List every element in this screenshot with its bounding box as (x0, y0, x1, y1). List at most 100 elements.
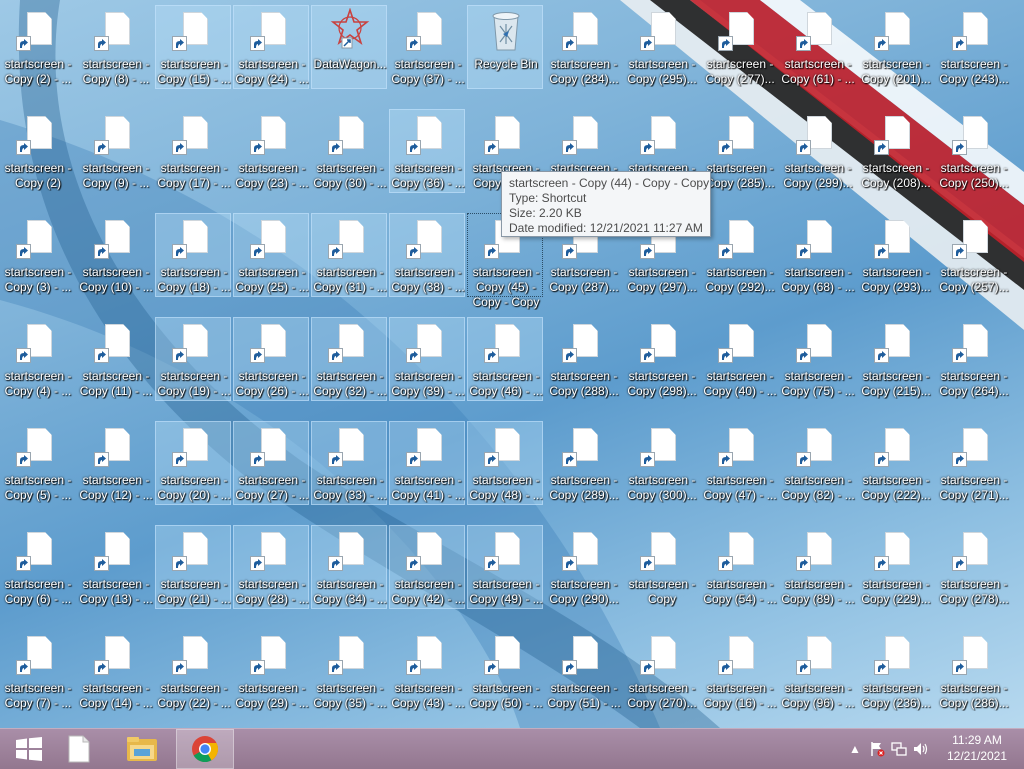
desktop-icon[interactable]: startscreen - Copy (299)... (779, 109, 855, 193)
desktop-icon[interactable]: startscreen - Copy (47) - ... (701, 421, 777, 505)
desktop-icon[interactable]: startscreen - Copy (13) - ... (77, 525, 153, 609)
desktop-icon[interactable]: startscreen - Copy (41) - ... (389, 421, 465, 505)
desktop-icon[interactable]: startscreen - Copy (23) - ... (233, 109, 309, 193)
desktop-icon[interactable]: startscreen - Copy (15) - ... (155, 5, 231, 89)
desktop-icon[interactable]: startscreen - Copy (14) - ... (77, 629, 153, 713)
desktop-icon[interactable]: startscreen - Copy (264)... (935, 317, 1011, 401)
desktop-icon[interactable]: startscreen - Copy (295)... (623, 5, 699, 89)
desktop-icon[interactable]: startscreen - Copy (16) - ... (701, 629, 777, 713)
desktop-icon[interactable]: startscreen - Copy (8) - ... (77, 5, 153, 89)
desktop-icon[interactable]: startscreen - Copy (17) - ... (155, 109, 231, 193)
desktop-icon[interactable]: startscreen - Copy (29) - ... (233, 629, 309, 713)
desktop-icon[interactable]: startscreen - Copy (39) - ... (389, 317, 465, 401)
desktop-icon[interactable]: startscreen - Copy (30) - ... (311, 109, 387, 193)
desktop-icon[interactable]: startscreen - Copy (277)... (701, 5, 777, 89)
desktop-icon[interactable]: startscreen - Copy (37) - ... (389, 5, 465, 89)
desktop-icon[interactable]: startscreen - Copy (25) - ... (233, 213, 309, 297)
shortcut-arrow-icon (94, 348, 109, 363)
desktop-icon[interactable]: startscreen - Copy (24) - ... (233, 5, 309, 89)
desktop-icon[interactable]: startscreen - Copy (68) - ... (779, 213, 855, 297)
shortcut-arrow-icon (328, 140, 343, 155)
chrome-button[interactable] (176, 729, 234, 769)
desktop-icon[interactable]: startscreen - Copy (285)... (701, 109, 777, 193)
desktop-icon-label: startscreen - Copy (42) - ... (391, 577, 465, 606)
desktop-icon[interactable]: startscreen - Copy (9) - ... (77, 109, 153, 193)
desktop-icon[interactable]: startscreen - Copy (284)... (545, 5, 621, 89)
desktop-icon[interactable]: startscreen - Copy (229)... (857, 525, 933, 609)
desktop-icon[interactable]: startscreen - Copy (236)... (857, 629, 933, 713)
clock[interactable]: 11:29 AM 12/21/2021 (942, 732, 1012, 764)
desktop-icon[interactable]: startscreen - Copy (5) - ... (0, 421, 75, 505)
desktop-icon[interactable]: startscreen - Copy (286)... (935, 629, 1011, 713)
desktop-icon[interactable]: startscreen - Copy (38) - ... (389, 213, 465, 297)
desktop-icon[interactable]: startscreen - Copy (49) - ... (467, 525, 543, 609)
desktop-icon[interactable]: startscreen - Copy (270)... (623, 629, 699, 713)
desktop-icon[interactable]: startscreen - Copy (19) - ... (155, 317, 231, 401)
desktop-icon[interactable]: startscreen - Copy (22) - ... (155, 629, 231, 713)
file-explorer-button[interactable] (113, 729, 171, 769)
desktop-icon[interactable]: startscreen - Copy (82) - ... (779, 421, 855, 505)
network-icon[interactable] (891, 741, 907, 757)
desktop-icon[interactable]: startscreen - Copy (31) - ... (311, 213, 387, 297)
desktop-icon[interactable]: startscreen - Copy (623, 525, 699, 609)
desktop-icon[interactable]: startscreen - Copy (11) - ... (77, 317, 153, 401)
desktop-icon[interactable]: startscreen - Copy (298)... (623, 317, 699, 401)
desktop-icon[interactable]: startscreen - Copy (42) - ... (389, 525, 465, 609)
desktop-icon[interactable]: startscreen - Copy (27) - ... (233, 421, 309, 505)
desktop-icon[interactable]: startscreen - Copy (222)... (857, 421, 933, 505)
desktop-icon[interactable]: startscreen - Copy (12) - ... (77, 421, 153, 505)
volume-icon[interactable] (913, 741, 929, 757)
desktop-icon[interactable]: startscreen - Copy (40) - ... (701, 317, 777, 401)
desktop-icon[interactable]: startscreen - Copy (215)... (857, 317, 933, 401)
desktop-icon[interactable]: startscreen - Copy (54) - ... (701, 525, 777, 609)
desktop-icon[interactable]: DataWagon... (311, 5, 387, 89)
desktop-icon[interactable]: startscreen - Copy (46) - ... (467, 317, 543, 401)
desktop-icon[interactable]: startscreen - Copy (18) - ... (155, 213, 231, 297)
desktop-icon[interactable]: startscreen - Copy (28) - ... (233, 525, 309, 609)
pinned-file-button[interactable] (50, 729, 108, 769)
desktop-icon[interactable]: startscreen - Copy (2) (0, 109, 75, 193)
desktop-icon[interactable]: startscreen - Copy (4) - ... (0, 317, 75, 401)
desktop-icon[interactable]: startscreen - Copy (50) - ... (467, 629, 543, 713)
desktop-icon[interactable]: startscreen - Copy (293)... (857, 213, 933, 297)
desktop-icon[interactable]: startscreen - Copy (6) - ... (0, 525, 75, 609)
desktop-icon-label: startscreen - Copy (271)... (939, 473, 1009, 502)
desktop-icon[interactable]: startscreen - Copy (32) - ... (311, 317, 387, 401)
action-center-flag-icon[interactable] (869, 741, 885, 757)
desktop-icon[interactable]: startscreen - Copy (271)... (935, 421, 1011, 505)
desktop-icon[interactable]: startscreen - Copy (288)... (545, 317, 621, 401)
desktop-icon[interactable]: startscreen - Copy (48) - ... (467, 421, 543, 505)
desktop-icon[interactable]: startscreen - Copy (89) - ... (779, 525, 855, 609)
desktop-icon[interactable]: startscreen - Copy (289)... (545, 421, 621, 505)
desktop-icon[interactable]: startscreen - Copy (7) - ... (0, 629, 75, 713)
desktop-icon[interactable]: startscreen - Copy (36) - ... (389, 109, 465, 193)
desktop-icon-label: startscreen - Copy (286)... (939, 681, 1009, 710)
show-hidden-icons-chevron[interactable]: ▲ (847, 741, 863, 757)
desktop-icon-label: startscreen - Copy (37) - ... (391, 57, 465, 86)
desktop-icon[interactable]: Recycle Bin (467, 5, 543, 89)
desktop-icon[interactable]: startscreen - Copy (26) - ... (233, 317, 309, 401)
desktop-icon[interactable]: startscreen - Copy (208)... (857, 109, 933, 193)
desktop-icon[interactable]: startscreen - Copy (51) - ... (545, 629, 621, 713)
desktop-icon[interactable]: startscreen - Copy (21) - ... (155, 525, 231, 609)
desktop-icon[interactable]: startscreen - Copy (33) - ... (311, 421, 387, 505)
desktop-icon[interactable]: startscreen - Copy (257)... (935, 213, 1011, 297)
desktop-icon[interactable]: startscreen - Copy (292)... (701, 213, 777, 297)
desktop-icon[interactable]: startscreen - Copy (2) - ... (0, 5, 75, 89)
desktop-icon[interactable]: startscreen - Copy (290)... (545, 525, 621, 609)
desktop-icon[interactable]: startscreen - Copy (10) - ... (77, 213, 153, 297)
desktop-icon[interactable]: startscreen - Copy (34) - ... (311, 525, 387, 609)
desktop-icon-label: startscreen - Copy (25) - ... (235, 265, 309, 294)
desktop-icon[interactable]: startscreen - Copy (43) - ... (389, 629, 465, 713)
desktop-icon[interactable]: startscreen - Copy (250)... (935, 109, 1011, 193)
desktop-icon[interactable]: startscreen - Copy (300)... (623, 421, 699, 505)
desktop-icon[interactable]: startscreen - Copy (35) - ... (311, 629, 387, 713)
desktop-icon[interactable]: startscreen - Copy (75) - ... (779, 317, 855, 401)
desktop-icon[interactable]: startscreen - Copy (278)... (935, 525, 1011, 609)
desktop-icon[interactable]: startscreen - Copy (20) - ... (155, 421, 231, 505)
desktop-icon[interactable]: startscreen - Copy (3) - ... (0, 213, 75, 297)
desktop-icon[interactable]: startscreen - Copy (96) - ... (779, 629, 855, 713)
desktop-icon[interactable]: startscreen - Copy (201)... (857, 5, 933, 89)
desktop-icon[interactable]: startscreen - Copy (61) - ... (779, 5, 855, 89)
desktop-icon[interactable]: startscreen - Copy (243)... (935, 5, 1011, 89)
